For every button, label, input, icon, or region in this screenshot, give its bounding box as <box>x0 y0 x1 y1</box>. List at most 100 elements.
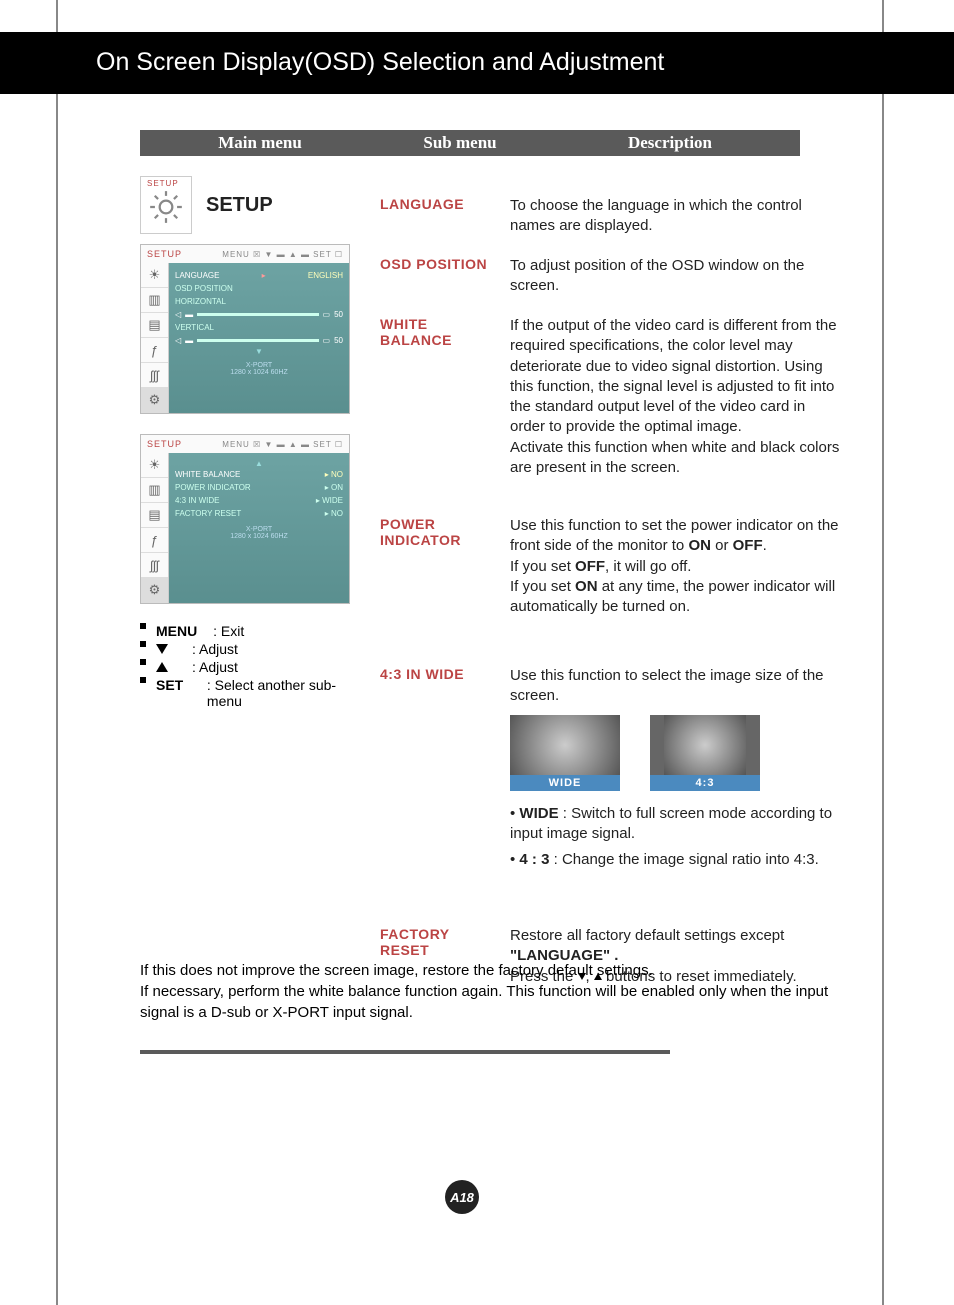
setup-gear-icon-box: SETUP <box>140 176 192 234</box>
setup-small-label: SETUP <box>147 179 185 188</box>
osd2-r0-val: ▸ NO <box>325 470 343 479</box>
color-icon: ▥ <box>141 288 168 313</box>
setup-icon: ⚙ <box>141 578 168 603</box>
submenu-osd-position: OSD POSITION <box>380 256 490 272</box>
tracking-icon: ▤ <box>141 503 168 528</box>
legend-set-desc: : Select another sub-menu <box>207 677 357 709</box>
osd1-icon-column: ☀ ▥ ▤ ƒ ʃʃʃ ⚙ <box>141 263 169 413</box>
footnote: If this does not improve the screen imag… <box>140 960 850 1023</box>
pi-l3on: ON <box>575 578 598 595</box>
brightness-icon: ☀ <box>141 453 168 478</box>
aspect-bullets: • WIDE : Switch to full screen mode acco… <box>510 801 840 874</box>
tracking-icon: ▤ <box>141 313 168 338</box>
fr-d1: Restore all factory default settings exc… <box>510 927 784 944</box>
submenu-factory-reset: FACTORY RESET <box>380 926 490 958</box>
osd1-info: X-PORT 1280 x 1024 60HZ <box>175 356 343 376</box>
bullet-icon <box>140 677 146 683</box>
color-icon: ▥ <box>141 478 168 503</box>
osd1-vert-val: 50 <box>334 336 343 345</box>
bullet-icon <box>140 623 146 629</box>
col-head-sub: Sub menu <box>380 130 540 156</box>
sss-icon: ʃʃʃ <box>141 553 168 578</box>
footer-rule <box>140 1050 670 1054</box>
up-arrow-icon <box>156 662 168 672</box>
osd2-r1-val: ▸ ON <box>325 483 343 492</box>
aspect-bullet-43: • 4 : 3 : Change the image signal ratio … <box>510 847 840 873</box>
page-right-rule <box>882 0 884 1305</box>
brightness-icon: ☀ <box>141 263 168 288</box>
desc-white-balance: If the output of the video card is diffe… <box>510 316 840 478</box>
gear-icon <box>147 188 185 226</box>
osd1-horiz-val: 50 <box>334 310 343 319</box>
osd2-r3-label: FACTORY RESET <box>175 509 241 518</box>
legend-menu-key: MENU <box>156 623 197 639</box>
aspect-image-43 <box>650 715 760 775</box>
pi-l2off: OFF <box>575 558 605 575</box>
setup-icon: ⚙ <box>141 388 168 413</box>
osd1-horiz-slider: ◁▬▭50 <box>175 308 343 321</box>
down-arrow-icon <box>156 644 168 654</box>
fez-icon: ƒ <box>141 528 168 553</box>
main-menu-heading: SETUP SETUP <box>140 176 370 234</box>
osd2-top-icons: MENU ☒ ▼ ▬ ▲ ▬ SET ☐ <box>222 440 343 449</box>
osd2-icon-column: ☀ ▥ ▤ ƒ ʃʃʃ ⚙ <box>141 453 169 603</box>
pi-or: or <box>711 537 733 554</box>
header-bar: On Screen Display(OSD) Selection and Adj… <box>0 32 954 94</box>
pi-part1: Use this function to set the power indic… <box>510 517 839 554</box>
osd1-vert-label: VERTICAL <box>175 323 214 332</box>
osd2-r2-label: 4:3 IN WIDE <box>175 496 219 505</box>
page-left-rule <box>56 0 58 1305</box>
legend-up-desc: : Adjust <box>192 659 238 675</box>
pi-dot: . <box>763 537 767 554</box>
bullet-icon <box>140 641 146 647</box>
main-menu-title: SETUP <box>206 194 273 217</box>
col-head-desc: Description <box>540 130 800 156</box>
osd1-panel: LANGUAGE▸ENGLISH OSD POSITION HORIZONTAL… <box>169 263 349 413</box>
osd2-top-label: SETUP <box>147 439 182 449</box>
osd2-info: X-PORT 1280 x 1024 60HZ <box>175 520 343 540</box>
osd1-top-icons: MENU ☒ ▼ ▬ ▲ ▬ SET ☐ <box>222 250 343 259</box>
fez-icon: ƒ <box>141 338 168 363</box>
desc-osd-position: To adjust position of the OSD window on … <box>510 256 840 297</box>
submenu-white-balance: WHITE BALANCE <box>380 316 490 348</box>
osd2-panel: ▲ WHITE BALANCE▸ NO POWER INDICATOR▸ ON … <box>169 453 349 603</box>
submenu-power-indicator: POWER INDICATOR <box>380 516 490 548</box>
osd2-r1-label: POWER INDICATOR <box>175 483 251 492</box>
osd1-vert-slider: ◁▬▭50 <box>175 334 343 347</box>
osd2-top: SETUP MENU ☒ ▼ ▬ ▲ ▬ SET ☐ <box>141 435 349 453</box>
osd-preview-2: SETUP MENU ☒ ▼ ▬ ▲ ▬ SET ☐ ☀ ▥ ▤ ƒ ʃʃʃ ⚙ <box>140 434 350 604</box>
bullet-icon <box>140 659 146 665</box>
osd-preview-1: SETUP MENU ☒ ▼ ▬ ▲ ▬ SET ☐ ☀ ▥ ▤ ƒ ʃʃʃ ⚙ <box>140 244 350 414</box>
pi-off: OFF <box>733 537 763 554</box>
submenu-language: LANGUAGE <box>380 196 464 212</box>
legend-set-key: SET <box>156 677 183 693</box>
osd2-r2-val: ▸ WIDE <box>316 496 343 505</box>
pi-l2a: If you set <box>510 558 575 575</box>
osd1-horiz-label: HORIZONTAL <box>175 297 226 306</box>
osd2-r0-label: WHITE BALANCE <box>175 470 240 479</box>
desc-language: To choose the language in which the cont… <box>510 196 840 237</box>
aspect-caption-43: 4:3 <box>650 775 760 791</box>
desc-aspect: Use this function to select the image si… <box>510 666 840 707</box>
osd1-top-label: SETUP <box>147 249 182 259</box>
osd1-osdpos: OSD POSITION <box>175 284 233 293</box>
pi-on: ON <box>688 537 711 554</box>
column-header-row: Main menuSub menuDescription <box>140 130 840 158</box>
submenu-aspect: 4:3 IN WIDE <box>380 666 464 682</box>
pi-l2b: , it will go off. <box>605 558 691 575</box>
desc-power-indicator: Use this function to set the power indic… <box>510 516 840 617</box>
pi-l3a: If you set <box>510 578 575 595</box>
button-legend: MENU : Exit : Adjust : Adjust SET : Sele… <box>140 622 370 710</box>
aspect-image-wide <box>510 715 620 775</box>
col-head-main: Main menu <box>140 130 380 156</box>
aspect-bullet-wide: • WIDE : Switch to full screen mode acco… <box>510 801 840 848</box>
sss-icon: ʃʃʃ <box>141 363 168 388</box>
osd2-r3-val: ▸ NO <box>325 509 343 518</box>
page-number: A18 <box>445 1180 479 1214</box>
legend-menu-desc: : Exit <box>213 623 244 639</box>
osd1-lang-label: LANGUAGE <box>175 271 219 280</box>
aspect-caption-wide: WIDE <box>510 775 620 791</box>
legend-down-desc: : Adjust <box>192 641 238 657</box>
page-title: On Screen Display(OSD) Selection and Adj… <box>0 32 954 77</box>
aspect-images: WIDE 4:3 <box>510 715 840 791</box>
